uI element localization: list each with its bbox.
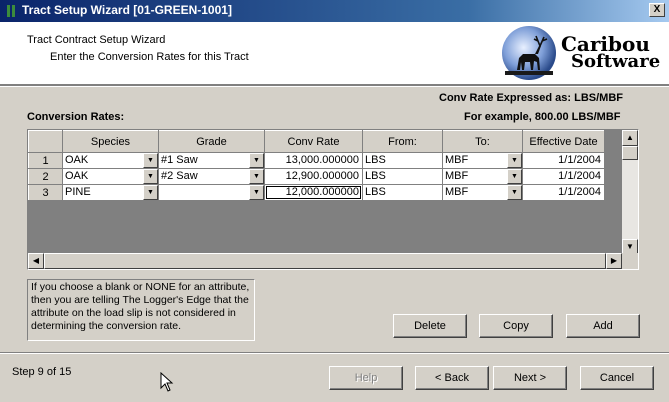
example-label: For example, 800.00 LBS/MBF — [464, 111, 621, 123]
effective-date-value: 1/1/2004 — [558, 154, 601, 166]
grid-header-row: Species Grade Conv Rate From: To: Effect… — [28, 130, 605, 153]
attribute-note: If you choose a blank or NONE for an att… — [27, 279, 255, 341]
header-separator — [0, 85, 669, 87]
copy-button[interactable]: Copy — [479, 314, 553, 338]
dropdown-arrow-icon[interactable]: ▼ — [507, 153, 522, 168]
from-cell[interactable]: LBS — [362, 184, 443, 201]
table-row[interactable]: 3 PINE ▼ ▼ 12,000.000000 LBS MBF ▼ 1/1/200… — [28, 184, 605, 201]
back-button[interactable]: < Back — [415, 366, 489, 390]
dropdown-arrow-icon[interactable]: ▼ — [143, 153, 158, 168]
to-value: MBF — [445, 186, 469, 198]
step-indicator: Step 9 of 15 — [12, 366, 72, 378]
effective-date-value: 1/1/2004 — [558, 186, 601, 198]
grid-table: Species Grade Conv Rate From: To: Effect… — [28, 130, 605, 201]
from-cell[interactable]: LBS — [362, 168, 443, 185]
footer-separator — [0, 352, 669, 354]
col-header-effective-date[interactable]: Effective Date — [522, 130, 605, 153]
col-header-conv-rate[interactable]: Conv Rate — [264, 130, 363, 153]
moon-elk-icon — [502, 26, 556, 80]
to-cell[interactable]: MBF ▼ — [442, 168, 523, 185]
app-icon — [7, 5, 15, 17]
add-button[interactable]: Add — [566, 314, 640, 338]
grade-cell[interactable]: ▼ — [158, 184, 265, 201]
window-title: Tract Setup Wizard [01-GREEN-1001] — [22, 3, 232, 17]
dropdown-arrow-icon[interactable]: ▼ — [143, 185, 158, 200]
conv-rate-cell[interactable]: 13,000.000000 — [264, 152, 363, 169]
grade-cell[interactable]: #1 Saw ▼ — [158, 152, 265, 169]
dropdown-arrow-icon[interactable]: ▼ — [143, 169, 158, 184]
species-value: OAK — [65, 154, 89, 166]
col-header-grade[interactable]: Grade — [158, 130, 265, 153]
scroll-right-icon[interactable]: ▶ — [606, 253, 622, 269]
effective-date-value: 1/1/2004 — [558, 170, 601, 182]
mouse-cursor-icon — [160, 372, 174, 392]
horizontal-scrollbar[interactable]: ◀ ▶ — [28, 253, 622, 269]
close-button[interactable]: X — [649, 3, 665, 17]
species-value: OAK — [65, 170, 89, 182]
cancel-button[interactable]: Cancel — [580, 366, 654, 390]
conv-rate-value: 13,000.000000 — [285, 154, 359, 166]
delete-button[interactable]: Delete — [393, 314, 467, 338]
dropdown-arrow-icon[interactable]: ▼ — [249, 185, 264, 200]
scrollbar-corner — [622, 253, 638, 269]
dropdown-arrow-icon[interactable]: ▼ — [249, 169, 264, 184]
effective-date-cell[interactable]: 1/1/2004 — [522, 152, 605, 169]
col-header-to[interactable]: To: — [442, 130, 523, 153]
from-cell[interactable]: LBS — [362, 152, 443, 169]
table-row[interactable]: 2 OAK ▼ #2 Saw ▼ 12,900.000000 LBS MBF ▼ 1/… — [28, 168, 605, 185]
conv-rate-cell[interactable]: 12,000.000000 — [264, 184, 363, 201]
col-header-species[interactable]: Species — [62, 130, 159, 153]
dropdown-arrow-icon[interactable]: ▼ — [507, 185, 522, 200]
effective-date-cell[interactable]: 1/1/2004 — [522, 168, 605, 185]
vertical-scroll-thumb[interactable] — [622, 146, 638, 160]
horizontal-scroll-thumb[interactable] — [44, 253, 606, 269]
grade-value: #2 Saw — [161, 170, 198, 182]
conv-rate-expressed-label: Conv Rate Expressed as: LBS/MBF — [439, 92, 623, 104]
conv-rate-cell[interactable]: 12,900.000000 — [264, 168, 363, 185]
species-value: PINE — [65, 186, 91, 198]
dropdown-arrow-icon[interactable]: ▼ — [249, 153, 264, 168]
scroll-left-icon[interactable]: ◀ — [28, 253, 44, 269]
conversion-rates-grid[interactable]: Species Grade Conv Rate From: To: Effect… — [27, 129, 639, 270]
row-number[interactable]: 1 — [28, 152, 63, 169]
from-value: LBS — [365, 170, 386, 182]
grade-value: #1 Saw — [161, 154, 198, 166]
vertical-scrollbar[interactable]: ▲ ▼ — [622, 130, 638, 255]
to-value: MBF — [445, 154, 469, 166]
species-cell[interactable]: PINE ▼ — [62, 184, 159, 201]
row-number[interactable]: 3 — [28, 184, 63, 201]
scroll-up-icon[interactable]: ▲ — [622, 130, 638, 146]
caribou-software-logo: Caribou Software — [499, 24, 664, 82]
to-cell[interactable]: MBF ▼ — [442, 184, 523, 201]
wizard-header: Tract Contract Setup Wizard Enter the Co… — [0, 22, 669, 85]
to-value: MBF — [445, 170, 469, 182]
species-cell[interactable]: OAK ▼ — [62, 152, 159, 169]
tract-setup-wizard-window: Tract Setup Wizard [01-GREEN-1001] X Tra… — [0, 0, 669, 402]
row-header-corner — [28, 130, 63, 153]
effective-date-cell[interactable]: 1/1/2004 — [522, 184, 605, 201]
from-value: LBS — [365, 154, 386, 166]
next-button[interactable]: Next > — [493, 366, 567, 390]
logo-line2: Software — [571, 51, 661, 72]
dropdown-arrow-icon[interactable]: ▼ — [507, 169, 522, 184]
grade-cell[interactable]: #2 Saw ▼ — [158, 168, 265, 185]
wizard-title: Tract Contract Setup Wizard — [27, 34, 166, 46]
title-bar[interactable]: Tract Setup Wizard [01-GREEN-1001] X — [0, 0, 669, 22]
wizard-subtitle: Enter the Conversion Rates for this Trac… — [50, 51, 249, 63]
table-row[interactable]: 1 OAK ▼ #1 Saw ▼ 13,000.000000 LBS MBF ▼ 1/… — [28, 152, 605, 169]
conv-rate-value: 12,900.000000 — [285, 170, 359, 182]
conversion-rates-label: Conversion Rates: — [27, 111, 125, 123]
from-value: LBS — [365, 186, 386, 198]
help-button[interactable]: Help — [329, 366, 403, 390]
row-number[interactable]: 2 — [28, 168, 63, 185]
species-cell[interactable]: OAK ▼ — [62, 168, 159, 185]
conv-rate-value: 12,000.000000 — [266, 186, 362, 200]
to-cell[interactable]: MBF ▼ — [442, 152, 523, 169]
col-header-from[interactable]: From: — [362, 130, 443, 153]
